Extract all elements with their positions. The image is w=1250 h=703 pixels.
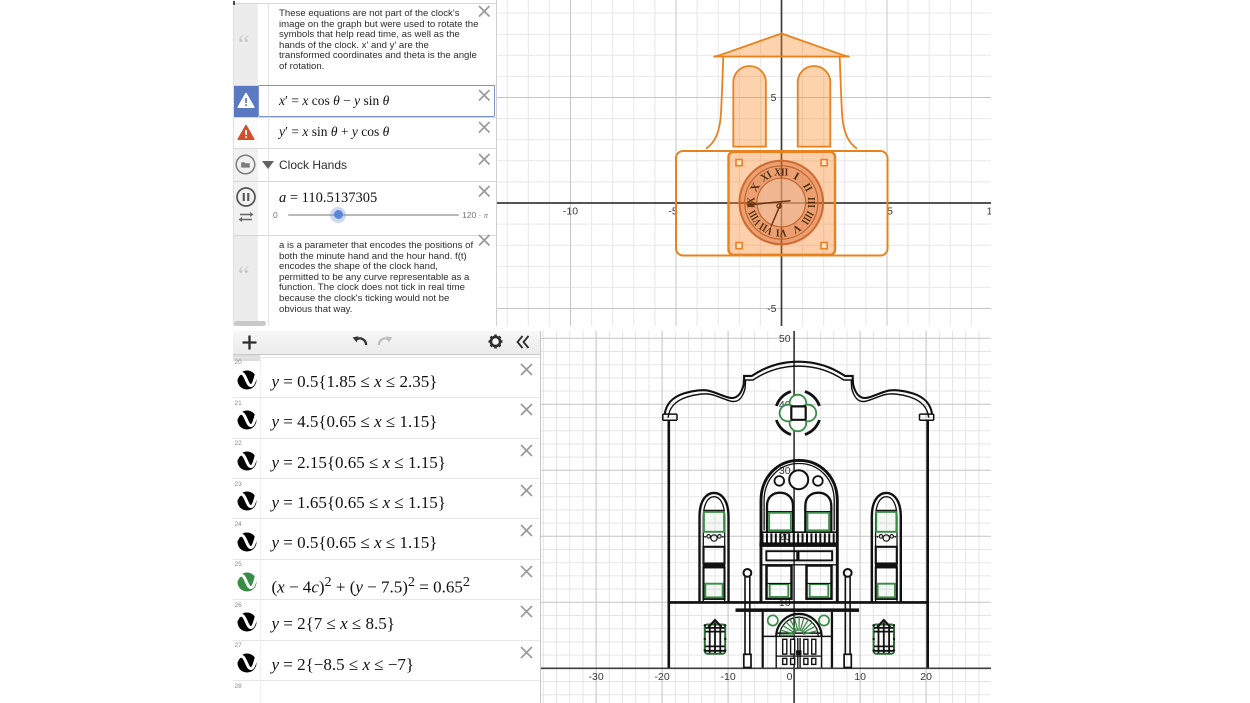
svg-text:-5: -5 <box>767 304 776 315</box>
svg-text:0: 0 <box>786 671 792 683</box>
svg-text:5: 5 <box>770 93 776 104</box>
svg-text:10: 10 <box>854 671 866 683</box>
svg-text:-10: -10 <box>562 206 577 217</box>
svg-text:-30: -30 <box>588 671 603 683</box>
svg-text:III: III <box>805 197 817 208</box>
svg-text:VI: VI <box>775 226 786 238</box>
svg-text:-20: -20 <box>654 671 669 683</box>
svg-text:XII: XII <box>774 167 788 179</box>
svg-text:50: 50 <box>778 332 790 344</box>
svg-text:20: 20 <box>920 671 932 683</box>
svg-text:-10: -10 <box>720 671 735 683</box>
svg-text:1: 1 <box>986 206 991 217</box>
